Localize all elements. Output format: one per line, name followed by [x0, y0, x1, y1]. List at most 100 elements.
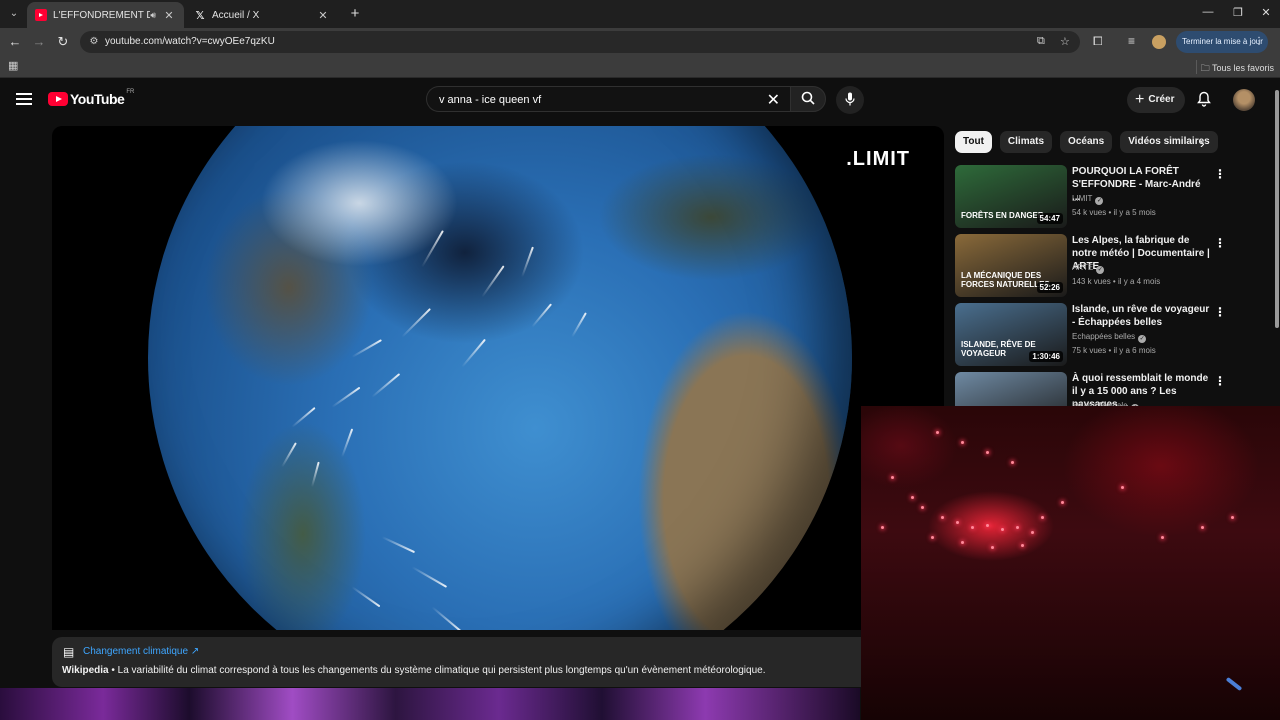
country-code: FR [126, 89, 135, 95]
address-bar[interactable]: ⚙ youtube.com/watch?v=cwyOEe7qzKU ⧉ ☆ [80, 31, 1080, 53]
install-app-icon[interactable]: ⧉ [1037, 35, 1045, 48]
light-dot [881, 526, 884, 529]
video-thumbnail[interactable]: ISLANDE, RÊVE DE VOYAGEUR 1:30:46 [955, 303, 1067, 366]
light-dot [1121, 486, 1124, 489]
tab-search-icon[interactable]: ⌄ [6, 6, 22, 22]
bookmarks-bar: ▦ 🗀︎ Tous les favoris [0, 56, 1280, 78]
video-meta: 143 k vues • il y a 4 mois [1072, 277, 1161, 286]
clear-search-icon[interactable]: ✕ [767, 90, 780, 110]
channel-name[interactable]: ARTE ✓ [1072, 263, 1105, 274]
light-dot [1016, 526, 1019, 529]
light-dot [936, 431, 939, 434]
channel-label: ARTE [1072, 263, 1094, 272]
source-name: Wikipedia [62, 665, 109, 676]
channel-label: LIMIT [1072, 194, 1093, 203]
search-button[interactable] [790, 86, 826, 112]
update-label: Terminer la mise à jour [1182, 37, 1263, 46]
verified-check-icon: ✓ [1095, 197, 1104, 205]
close-tab-icon[interactable]: ✕ [162, 9, 176, 22]
notifications-bell-icon[interactable] [1197, 91, 1213, 107]
recommendation-item[interactable]: ISLANDE, RÊVE DE VOYAGEUR 1:30:46 Island… [955, 303, 1273, 367]
light-dot [921, 506, 924, 509]
folder-icon: 🗀︎ [1200, 63, 1212, 73]
light-dot [1061, 501, 1064, 504]
light-dot [986, 524, 989, 527]
user-avatar[interactable] [1233, 89, 1255, 111]
close-tab-icon[interactable]: ✕ [316, 9, 330, 22]
profile-avatar[interactable] [1152, 35, 1166, 49]
channel-name[interactable]: Echappées belles ✓ [1072, 332, 1147, 343]
all-bookmarks-button[interactable]: 🗀︎ Tous les favoris [1201, 61, 1274, 77]
menu-icon[interactable] [16, 90, 32, 106]
chevron-right-icon[interactable]: › [1200, 135, 1205, 151]
close-window-icon[interactable]: ✕ [1256, 6, 1276, 19]
channel-name[interactable]: LIMIT ✓ [1072, 194, 1104, 205]
page-scrollbar[interactable] [1275, 90, 1279, 328]
speaker-icon[interactable]: 🔊︎ [150, 10, 156, 21]
back-icon[interactable]: ← [6, 33, 24, 51]
light-dot [956, 521, 959, 524]
forward-icon[interactable]: → [30, 33, 48, 51]
reload-icon[interactable]: ↻ [54, 33, 72, 51]
search-query-text[interactable]: v anna - ice queen vf [439, 94, 541, 106]
light-dot [986, 451, 989, 454]
reading-list-icon[interactable]: ≡ [1128, 34, 1135, 48]
plus-icon: + [1135, 91, 1145, 108]
maximize-icon[interactable]: ❐ [1228, 6, 1248, 19]
tab-title: L'EFFONDREMENT DE L'AM [53, 9, 151, 21]
video-title[interactable]: Islande, un rêve de voyageur - Échappées… [1072, 303, 1210, 329]
site-info-icon[interactable]: ⚙ [87, 35, 101, 49]
view-count: 143 k vues [1072, 277, 1111, 286]
more-options-icon[interactable]: ⋮ [1214, 305, 1226, 319]
filter-chips: Tout Climats Océans Vidéos similaires [955, 131, 1218, 153]
chip-all[interactable]: Tout [955, 131, 992, 153]
update-button[interactable]: Terminer la mise à jour ⋮ [1176, 31, 1268, 53]
video-thumbnail[interactable]: FORÊTS EN DANGER 54:47 [955, 165, 1067, 228]
light-dot [971, 526, 974, 529]
verified-check-icon: ✓ [1096, 266, 1105, 274]
create-button[interactable]: + Créer [1127, 87, 1185, 113]
topic-link[interactable]: Changement climatique ↗ [83, 646, 199, 657]
chip-climats[interactable]: Climats [999, 131, 1053, 153]
view-count: 75 k vues [1072, 346, 1107, 355]
url-text[interactable]: youtube.com/watch?v=cwyOEe7qzKU [105, 36, 275, 47]
youtube-play-icon [48, 92, 68, 106]
youtube-logo[interactable]: YouTube FR [48, 89, 135, 107]
light-dot [991, 546, 994, 549]
light-dot [1161, 536, 1164, 539]
tab-title: Accueil / X [212, 9, 260, 21]
new-tab-button[interactable]: + [346, 5, 364, 23]
tab-youtube[interactable]: L'EFFONDREMENT DE L'AM 🔊︎ ✕ [27, 2, 184, 28]
video-thumbnail[interactable]: LA MÉCANIQUE DES FORCES NATURELLES 52:26 [955, 234, 1067, 297]
x-favicon-icon: 𝕏 [195, 9, 205, 22]
video-player[interactable]: .LIMIT [52, 126, 944, 630]
upload-age: il y a 5 mois [1113, 208, 1156, 217]
light-dot [931, 536, 934, 539]
recommendation-item[interactable]: FORÊTS EN DANGER 54:47 POURQUOI LA FORÊT… [955, 165, 1273, 229]
info-panel: ▤ Changement climatique ↗ Wikipedia • La… [52, 637, 944, 687]
apps-grid-icon[interactable]: ▦ [8, 60, 20, 72]
more-options-icon[interactable]: ⋮ [1214, 236, 1226, 250]
extensions-icon[interactable]: ⧠ [1093, 34, 1103, 49]
tab-x[interactable]: 𝕏 Accueil / X ✕ [186, 2, 338, 28]
video-duration: 1:30:46 [1029, 351, 1063, 362]
channel-label: Echappées belles [1072, 332, 1136, 341]
more-options-icon[interactable]: ⋮ [1214, 167, 1226, 181]
video-duration: 52:26 [1036, 282, 1063, 293]
thumbnail-caption: FORÊTS EN DANGER [961, 211, 1044, 220]
search-input[interactable]: v anna - ice queen vf ✕ [426, 86, 790, 112]
light-dot [941, 516, 944, 519]
globe-video-frame [148, 126, 852, 630]
voice-search-button[interactable] [836, 86, 864, 114]
minimize-icon[interactable]: — [1198, 6, 1218, 18]
menu-dots-icon[interactable]: ⋮ [1254, 31, 1264, 53]
channel-watermark: .LIMIT [846, 148, 910, 170]
recommendation-item[interactable]: LA MÉCANIQUE DES FORCES NATURELLES 52:26… [955, 234, 1273, 298]
upload-age: il y a 6 mois [1113, 346, 1156, 355]
microphone-icon [845, 92, 855, 106]
more-options-icon[interactable]: ⋮ [1214, 374, 1226, 388]
verified-check-icon: ✓ [1138, 335, 1147, 343]
view-count: 54 k vues [1072, 208, 1107, 217]
chip-oceans[interactable]: Océans [1060, 131, 1113, 153]
bookmark-star-icon[interactable]: ☆ [1060, 35, 1070, 48]
